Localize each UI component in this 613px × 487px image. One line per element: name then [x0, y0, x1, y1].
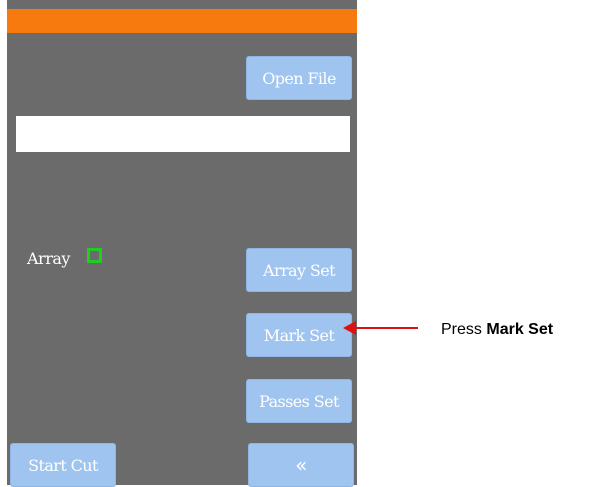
callout-target: Mark Set	[486, 321, 554, 338]
passes-set-button[interactable]: Passes Set	[246, 379, 352, 423]
mark-set-button[interactable]: Mark Set	[246, 313, 352, 357]
header-bar	[7, 9, 357, 33]
array-set-button[interactable]: Array Set	[246, 248, 352, 292]
callout-line	[354, 327, 418, 329]
array-label: Array	[27, 249, 70, 268]
start-cut-button[interactable]: Start Cut	[10, 443, 116, 487]
callout-arrow-icon	[343, 321, 356, 335]
callout-prefix: Press	[441, 321, 482, 338]
open-file-button[interactable]: Open File	[246, 56, 352, 100]
array-checkbox[interactable]	[87, 248, 102, 263]
file-path-field[interactable]	[16, 116, 350, 152]
back-button[interactable]: «	[248, 443, 354, 487]
callout-text: Press Mark Set	[441, 321, 553, 339]
